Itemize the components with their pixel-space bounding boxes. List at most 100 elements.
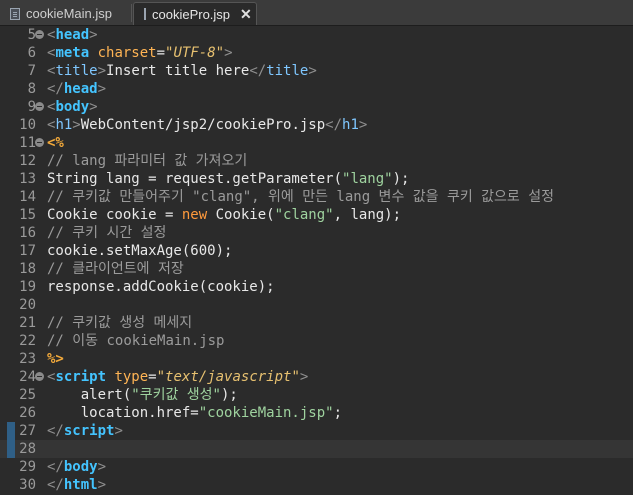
code-token: h1 xyxy=(342,117,359,133)
code-token: type xyxy=(114,369,149,385)
code-token: "lang" xyxy=(342,171,393,187)
line-number: 18 xyxy=(19,261,36,277)
line-number: 6 xyxy=(27,45,36,61)
code-line[interactable]: 6 <meta charset="UTF-8"> xyxy=(0,44,633,62)
code-line[interactable]: 26 location.href="cookieMain.jsp"; xyxy=(0,404,633,422)
code-line[interactable]: 8 </head> xyxy=(0,80,633,98)
fold-toggle-icon[interactable] xyxy=(35,138,44,147)
code-token: > xyxy=(97,459,107,475)
code-line[interactable]: 9 <body> xyxy=(0,98,633,116)
code-token: > xyxy=(97,63,107,79)
code-line[interactable]: 24 <script type="text/javascript"> xyxy=(0,368,633,386)
close-tab-icon[interactable]: ✕ xyxy=(240,6,252,23)
code-token: </ xyxy=(47,459,64,475)
code-token: </ xyxy=(249,63,267,79)
code-token: ); xyxy=(220,387,238,403)
code-line[interactable]: 11 <% xyxy=(0,134,633,152)
editor-tab-bar: cookieMain.jsp cookiePro.jsp ✕ xyxy=(0,0,633,26)
code-token: </ xyxy=(47,81,64,97)
code-token: "clang" xyxy=(274,207,334,223)
code-line[interactable]: 18 // 클라이언트에 저장 xyxy=(0,260,633,278)
code-token: meta xyxy=(55,45,90,61)
code-text: location.href="cookieMain.jsp"; xyxy=(47,404,342,422)
code-line[interactable]: 22 // 이동 cookieMain.jsp xyxy=(0,332,633,350)
code-line[interactable]: 21 // 쿠키값 생성 메세지 xyxy=(0,314,633,332)
code-line[interactable]: 12 // lang 파라미터 값 가져오기 xyxy=(0,152,633,170)
line-number: 12 xyxy=(19,153,36,169)
code-line[interactable]: 27 </script> xyxy=(0,422,633,440)
code-text: </body> xyxy=(47,458,106,476)
code-token: // 쿠키값 생성 메세지 xyxy=(47,315,193,331)
code-token: > xyxy=(114,423,123,439)
code-token: title xyxy=(55,63,98,79)
code-text: <head> xyxy=(47,26,98,44)
code-token: body xyxy=(55,99,90,115)
code-token: > xyxy=(72,117,81,133)
line-number: 26 xyxy=(19,405,36,421)
code-line[interactable]: 14 // 쿠키값 만들어주기 "clang", 위에 만든 lang 변수 값을… xyxy=(0,188,633,206)
code-token: Cookie( xyxy=(207,207,275,223)
fold-toggle-icon[interactable] xyxy=(35,30,44,39)
code-line[interactable]: 28 xyxy=(0,440,633,458)
code-line[interactable]: 5 <head> xyxy=(0,26,633,44)
code-line[interactable]: 20 xyxy=(0,296,633,314)
line-number: 5 xyxy=(27,27,36,43)
code-line[interactable]: 23 %> xyxy=(0,350,633,368)
code-line[interactable]: 19 response.addCookie(cookie); xyxy=(0,278,633,296)
code-line[interactable]: 15 Cookie cookie = new Cookie("clang", la… xyxy=(0,206,633,224)
code-token: > xyxy=(308,63,317,79)
line-number: 10 xyxy=(19,117,36,133)
code-token: Insert title here xyxy=(106,63,250,79)
line-number: 30 xyxy=(19,477,36,493)
tab-cookie-pro[interactable]: cookiePro.jsp ✕ xyxy=(133,2,257,25)
line-number: 8 xyxy=(27,81,36,97)
code-line[interactable]: 7 <title>Insert title here</title> xyxy=(0,62,633,80)
code-text: <script type="text/javascript"> xyxy=(47,368,308,386)
code-text: </head> xyxy=(47,80,106,98)
code-line[interactable]: 10 <h1>WebContent/jsp2/cookiePro.jsp</h1> xyxy=(0,116,633,134)
code-line[interactable]: 30 </html> xyxy=(0,476,633,494)
line-number: 7 xyxy=(27,63,36,79)
code-token: h1 xyxy=(55,117,73,133)
line-number: 13 xyxy=(19,171,36,187)
code-token: title xyxy=(266,63,309,79)
code-text: cookie.setMaxAge(600); xyxy=(47,242,232,260)
line-number: 29 xyxy=(19,459,36,475)
tab-label: cookieMain.jsp xyxy=(26,6,112,21)
code-text: // 이동 cookieMain.jsp xyxy=(47,332,224,350)
code-text: %> xyxy=(47,350,64,368)
code-token: > xyxy=(358,117,368,133)
line-number: 19 xyxy=(19,279,36,295)
code-line[interactable]: 13 String lang = request.getParameter("la… xyxy=(0,170,633,188)
code-token: > xyxy=(97,477,107,493)
code-token: alert( xyxy=(47,387,132,403)
code-token: head xyxy=(55,27,90,43)
change-marker xyxy=(7,440,15,458)
code-line[interactable]: 17 cookie.setMaxAge(600); xyxy=(0,242,633,260)
fold-toggle-icon[interactable] xyxy=(35,372,44,381)
code-line[interactable]: 16 // 쿠키 시간 설정 xyxy=(0,224,633,242)
code-token: head xyxy=(63,81,98,97)
line-number: 15 xyxy=(19,207,36,223)
code-token: </ xyxy=(47,423,64,439)
code-text: <h1>WebContent/jsp2/cookiePro.jsp</h1> xyxy=(47,116,367,134)
code-token: location.href= xyxy=(47,405,199,421)
line-number: 24 xyxy=(19,369,36,385)
code-token: // 쿠키 시간 설정 xyxy=(47,225,167,241)
code-text: // 클라이언트에 저장 xyxy=(47,260,184,278)
code-token: > xyxy=(97,81,107,97)
line-number: 23 xyxy=(19,351,36,367)
code-token: "text/javascript" xyxy=(156,369,300,385)
code-token: response.addCookie(cookie); xyxy=(47,279,275,295)
code-text: <title>Insert title here</title> xyxy=(47,62,317,80)
line-number: 25 xyxy=(19,387,36,403)
code-line[interactable]: 29 </body> xyxy=(0,458,633,476)
code-token: <% xyxy=(47,135,64,151)
code-token: // 쿠키값 만들어주기 "clang", 위에 만든 lang 변수 값을 쿠… xyxy=(47,189,554,205)
code-token: , lang); xyxy=(333,207,402,223)
tab-cookie-main[interactable]: cookieMain.jsp xyxy=(0,2,131,25)
code-editor[interactable]: 5 <head> 6 <meta charset="UTF-8"> 7 <title>In… xyxy=(0,26,633,495)
fold-toggle-icon[interactable] xyxy=(35,102,44,111)
code-line[interactable]: 25 alert("쿠키값 생성"); xyxy=(0,386,633,404)
code-text: // 쿠키값 생성 메세지 xyxy=(47,314,192,332)
